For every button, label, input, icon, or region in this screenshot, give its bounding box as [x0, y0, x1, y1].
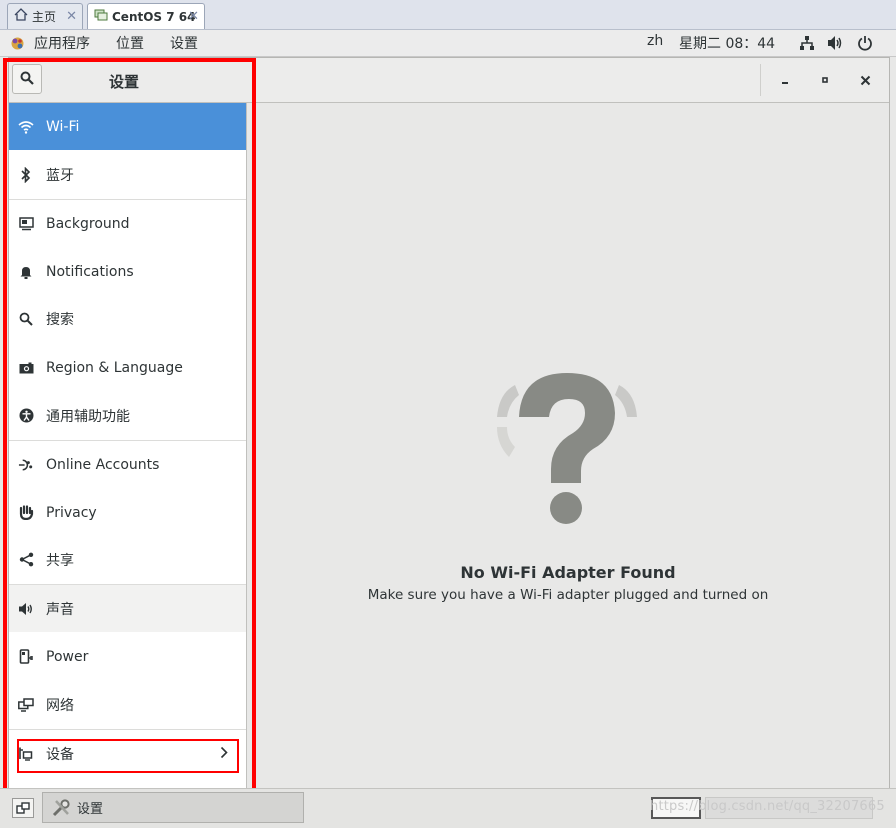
- background-icon: [18, 216, 34, 232]
- sidebar-item-label: Wi-Fi: [46, 118, 80, 135]
- settings-window: 设置 Wi-Fi 蓝牙 Background Notifications 搜索 …: [8, 57, 890, 789]
- close-button[interactable]: [855, 70, 875, 90]
- sidebar-item-online-accounts[interactable]: Online Accounts: [9, 441, 246, 488]
- bell-icon: [18, 264, 34, 280]
- tab-home[interactable]: 主页 ✕: [7, 3, 83, 29]
- sidebar-item-label: Online Accounts: [46, 456, 160, 473]
- power-plug-icon: [18, 649, 34, 665]
- sidebar-item-sound[interactable]: 声音: [9, 585, 246, 632]
- sidebar-item-background[interactable]: Background: [9, 200, 246, 247]
- tab-vm-label: CentOS 7 64: [112, 9, 196, 24]
- clock[interactable]: 星期二 08：44: [679, 33, 775, 53]
- home-icon: [14, 8, 28, 25]
- sidebar-item-region-language[interactable]: Region & Language: [9, 344, 246, 391]
- share-icon: [18, 552, 34, 568]
- empty-state-title: No Wi-Fi Adapter Found: [460, 563, 676, 582]
- menu-places[interactable]: 位置: [116, 33, 144, 53]
- sidebar-item-label: 通用辅助功能: [46, 408, 130, 425]
- sidebar-item-network[interactable]: 网络: [9, 681, 246, 728]
- header-separator: [760, 64, 761, 96]
- sidebar-item-sharing[interactable]: 共享: [9, 536, 246, 583]
- close-icon[interactable]: ✕: [188, 9, 199, 24]
- sidebar-item-label: 蓝牙: [46, 167, 74, 184]
- content-header: [247, 58, 889, 103]
- devices-icon: [18, 746, 34, 762]
- settings-tools-icon: [51, 798, 71, 818]
- power-icon[interactable]: [857, 35, 873, 55]
- sidebar-item-label: 网络: [46, 697, 74, 714]
- sidebar-item-power[interactable]: Power: [9, 633, 246, 680]
- taskbar-window-settings[interactable]: 设置: [42, 792, 304, 823]
- bluetooth-icon: [18, 166, 34, 183]
- sidebar-item-label: Privacy: [46, 504, 97, 521]
- sidebar-item-label: Notifications: [46, 263, 134, 280]
- question-mark-icon: [485, 365, 649, 533]
- sidebar-item-label: 共享: [46, 552, 74, 569]
- speaker-icon: [18, 601, 34, 617]
- sidebar-item-notifications[interactable]: Notifications: [9, 248, 246, 295]
- sidebar-header: 设置: [9, 58, 248, 103]
- sidebar-item-accessibility[interactable]: 通用辅助功能: [9, 392, 246, 439]
- menu-applications[interactable]: 应用程序: [34, 33, 90, 53]
- camera-icon: [18, 360, 34, 376]
- top-bar: 应用程序 位置 设置 zh 星期二 08：44: [0, 30, 896, 57]
- online-accounts-icon: [18, 457, 34, 473]
- taskbar: 设置 https://blog.csdn.net/qq_32207665: [0, 788, 896, 828]
- sidebar-item-label: 设备: [46, 746, 74, 763]
- vm-tab-strip: 主页 ✕ CentOS 7 64 ✕: [0, 0, 896, 30]
- wifi-panel: No Wi-Fi Adapter Found Make sure you hav…: [247, 103, 889, 788]
- wifi-icon: [18, 119, 34, 135]
- watermark: https://blog.csdn.net/qq_32207665: [650, 799, 885, 814]
- network-icon[interactable]: [799, 35, 815, 55]
- settings-sidebar: Wi-Fi 蓝牙 Background Notifications 搜索 Reg…: [9, 103, 247, 788]
- volume-icon[interactable]: [827, 35, 844, 55]
- taskbar-window-label: 设置: [77, 802, 104, 817]
- sidebar-item-label: Power: [46, 648, 89, 665]
- tab-vm[interactable]: CentOS 7 64 ✕: [87, 3, 205, 29]
- window-title: 设置: [108, 73, 139, 91]
- search-icon: [20, 70, 34, 89]
- sidebar-item-label: 搜索: [46, 311, 74, 328]
- hand-icon: [18, 505, 34, 521]
- sidebar-item-wifi[interactable]: Wi-Fi: [9, 103, 246, 150]
- sidebar-item-bluetooth[interactable]: 蓝牙: [9, 151, 246, 198]
- sidebar-item-label: 声音: [46, 601, 74, 618]
- sidebar-item-devices[interactable]: 设备: [9, 730, 246, 777]
- empty-state-subtitle: Make sure you have a Wi-Fi adapter plugg…: [367, 587, 769, 603]
- sidebar-item-search[interactable]: 搜索: [9, 295, 246, 342]
- sidebar-item-privacy[interactable]: Privacy: [9, 489, 246, 536]
- tab-home-label: 主页: [32, 10, 57, 24]
- search-icon: [18, 311, 34, 327]
- sidebar-item-label: Background: [46, 215, 130, 232]
- search-button[interactable]: [12, 64, 42, 94]
- sidebar-item-label: Region & Language: [46, 359, 183, 376]
- accessibility-icon: [18, 408, 34, 424]
- applications-icon: [10, 36, 25, 51]
- close-icon[interactable]: ✕: [66, 9, 77, 24]
- chevron-right-icon: [220, 744, 228, 763]
- minimize-button[interactable]: [775, 70, 795, 90]
- maximize-button[interactable]: [815, 70, 835, 90]
- show-desktop-button[interactable]: [12, 798, 34, 818]
- menu-settings[interactable]: 设置: [170, 33, 198, 53]
- vm-icon: [94, 8, 108, 25]
- network-icon: [18, 697, 34, 713]
- input-method-indicator[interactable]: zh: [647, 33, 663, 49]
